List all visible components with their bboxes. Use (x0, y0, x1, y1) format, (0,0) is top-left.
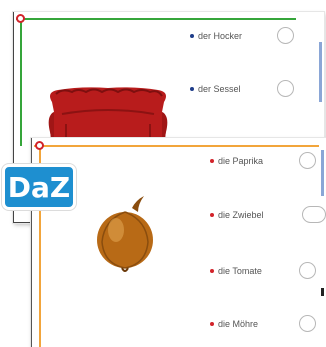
card-edge-mark (321, 288, 324, 296)
bullet-icon (210, 269, 214, 273)
pin-icon (16, 14, 25, 23)
bullet-icon (210, 213, 214, 217)
card-border-top (16, 18, 296, 20)
bullet-icon (210, 159, 214, 163)
word-item: die Zwiebel (210, 210, 264, 220)
bullet-icon (190, 87, 194, 91)
answer-circle-icon[interactable] (299, 315, 316, 332)
word-label: die Paprika (218, 156, 264, 166)
answer-circle-icon[interactable] (302, 206, 326, 223)
word-item: der Hocker (190, 31, 242, 41)
pin-icon (35, 141, 44, 150)
answer-circle-icon[interactable] (299, 262, 316, 279)
word-label: die Möhre (218, 319, 259, 329)
card-edge-strip (321, 150, 324, 196)
word-item: die Möhre (210, 319, 258, 329)
card-border-left (20, 16, 22, 146)
answer-circle-icon[interactable] (299, 152, 316, 169)
daz-badge: DaZ (2, 164, 76, 210)
onion-image (97, 196, 153, 272)
word-label: der Hocker (198, 31, 243, 41)
word-label: die Zwiebel (218, 210, 264, 220)
bullet-icon (210, 322, 214, 326)
answer-circle-icon[interactable] (277, 27, 294, 44)
card-border-top (34, 145, 319, 147)
answer-circle-icon[interactable] (277, 80, 294, 97)
bullet-icon (190, 34, 194, 38)
word-label: die Tomate (218, 266, 262, 276)
word-item: die Tomate (210, 266, 262, 276)
word-item: der Sessel (190, 84, 241, 94)
word-label: der Sessel (198, 84, 241, 94)
card-edge-strip (319, 42, 322, 102)
word-item: die Paprika (210, 156, 263, 166)
